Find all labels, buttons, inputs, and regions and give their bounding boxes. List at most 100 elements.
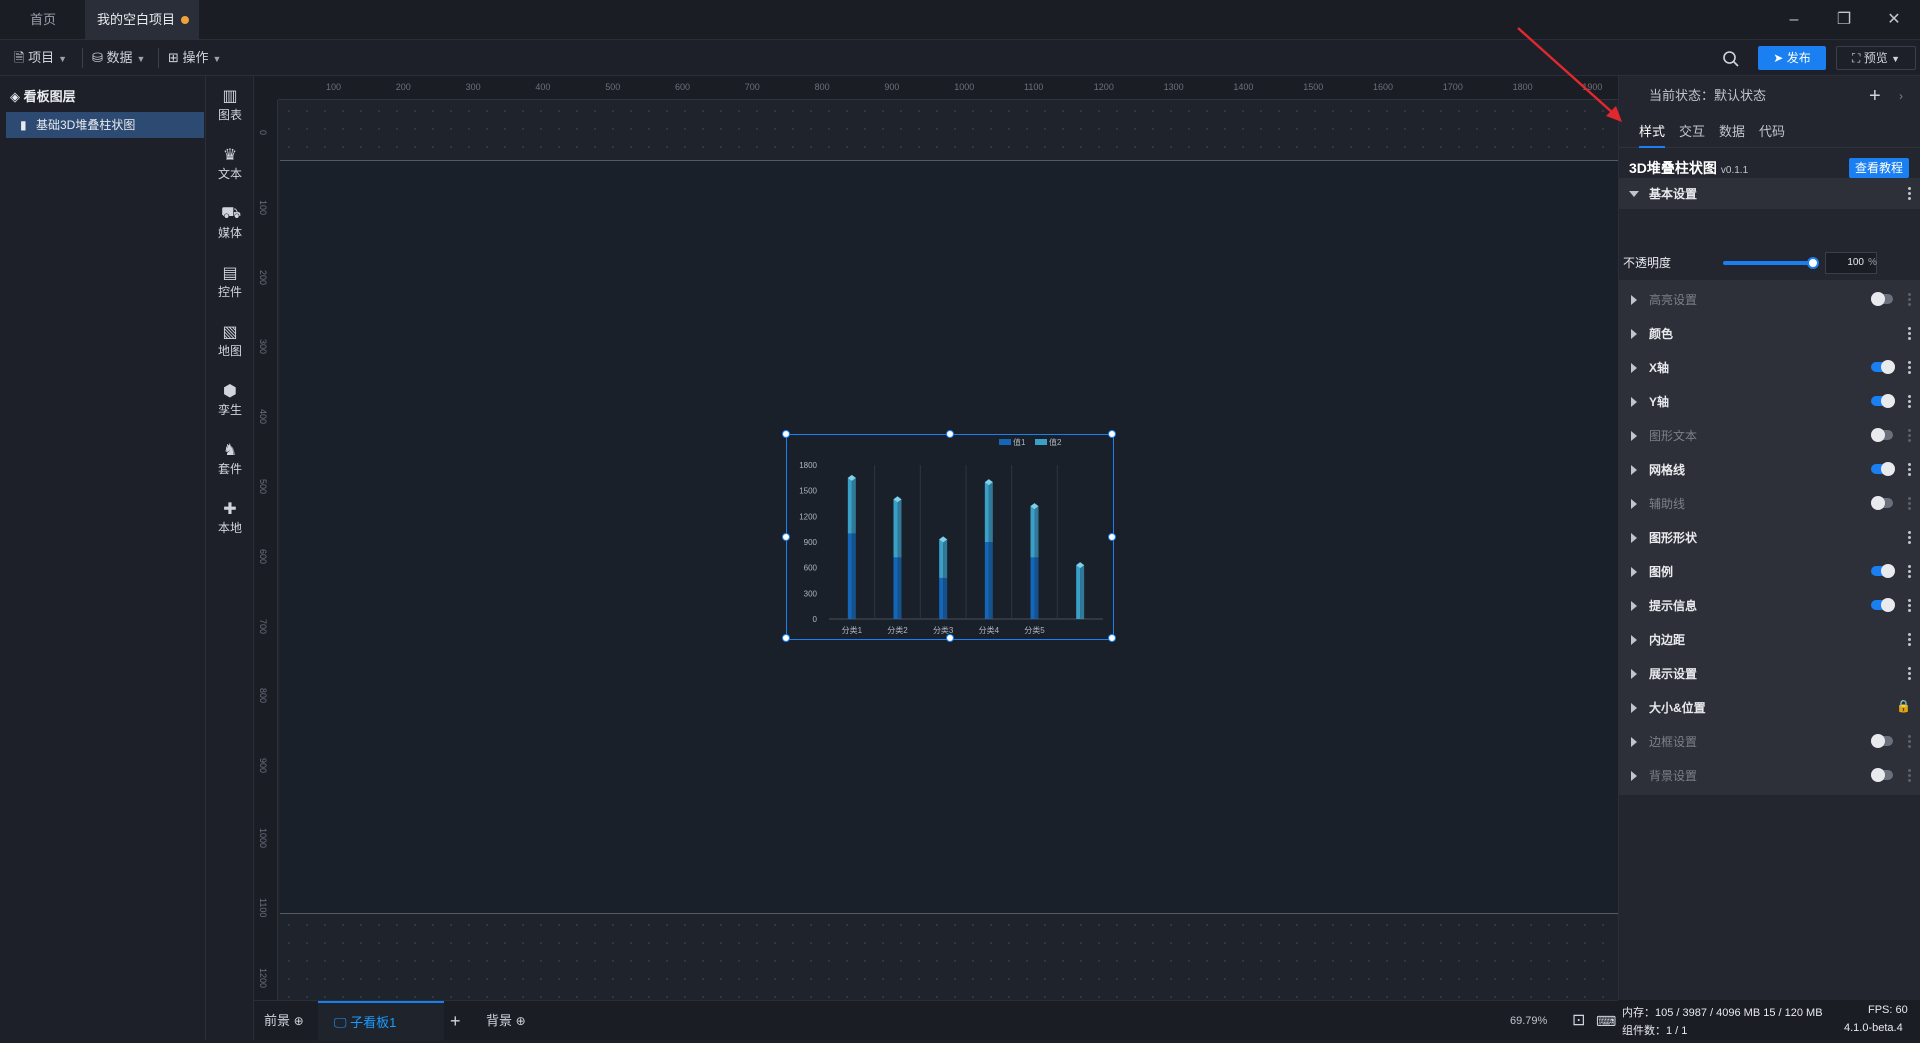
more-vertical-icon[interactable] [1907,666,1911,682]
unsaved-dot-icon [181,16,189,24]
more-vertical-icon[interactable] [1907,186,1911,202]
tab-style[interactable]: 样式 [1639,116,1666,148]
section-toggle[interactable] [1871,428,1893,442]
component-media[interactable]: ⛟ 媒体 [206,204,254,241]
more-vertical-icon[interactable] [1907,564,1911,580]
resize-handle[interactable] [1108,634,1116,642]
horizontal-ruler[interactable]: 100 200 300 400 500 600 700 800 900 1000 1100 1200 1… [278,76,1618,100]
section-toggle[interactable] [1871,462,1895,476]
section-toggle[interactable] [1871,598,1895,612]
tab-home[interactable]: 首页 [18,0,68,40]
ruler-tick-label: 1400 [1233,82,1254,92]
menu-data[interactable]: ⛁ 数据 ▼ [92,46,145,70]
more-vertical-icon[interactable] [1907,326,1911,342]
publish-button[interactable]: ➤ 发布 [1758,46,1826,70]
menu-operation[interactable]: ⊞ 操作 ▼ [168,46,221,70]
divider [82,48,83,68]
props-tabs: 样式 交互 数据 代码 [1619,116,1920,148]
section-toggle[interactable] [1871,768,1893,782]
tab-data[interactable]: 数据 [1719,116,1745,148]
y-tick-label: 600 [804,564,818,573]
keyboard-icon[interactable]: ⌨ [1596,1001,1616,1041]
tab-subboard[interactable]: 🖵 子看板1 [318,1001,444,1041]
section-toggle[interactable] [1871,292,1893,306]
legend-label: 值1 [1013,437,1026,447]
x-tick-label: 分类4 [979,625,1000,635]
more-vertical-icon[interactable] [1907,462,1911,478]
preview-button[interactable]: ⛶ 预览 ▼ [1836,46,1916,70]
canvas-grid [280,102,1618,160]
layers-panel: ◈ 看板图层 ▮ 基础3D堆叠柱状图 [0,76,206,1040]
bar-segment [1076,565,1081,619]
section-toggle[interactable] [1871,734,1893,748]
chevron-right-icon[interactable]: › [1899,76,1903,116]
zoom-level[interactable]: 69.79% [1510,1001,1547,1041]
chevron-down-icon: ▼ [136,54,146,64]
add-board-icon[interactable]: + [450,1001,461,1041]
more-vertical-icon[interactable] [1907,734,1911,750]
y-tick-label: 900 [804,538,818,547]
caret-right-icon [1631,635,1637,645]
more-vertical-icon[interactable] [1907,768,1911,784]
section-toggle[interactable] [1871,360,1895,374]
resize-handle[interactable] [1108,430,1116,438]
resize-handle[interactable] [946,430,954,438]
resize-handle[interactable] [1108,533,1116,541]
more-vertical-icon[interactable] [1907,530,1911,546]
resize-handle[interactable] [782,430,790,438]
bar-segment-side [897,557,902,619]
fit-screen-icon[interactable]: ⊡ [1572,1001,1585,1041]
tab-background[interactable]: 背景 ⊕ [486,1001,526,1041]
local-icon: ✚ [223,501,237,518]
section-0[interactable]: 基本设置 [1619,178,1920,210]
component-local[interactable]: ✚ 本地 [206,499,254,536]
state-value[interactable]: 默认状态 [1714,88,1766,103]
more-vertical-icon[interactable] [1907,360,1911,376]
more-vertical-icon[interactable] [1907,632,1911,648]
x-tick-label: 分类2 [887,625,908,635]
lock-icon[interactable]: 🔒 [1896,699,1911,713]
component-chart[interactable]: ▥ 图表 [206,86,254,123]
resize-handle[interactable] [782,634,790,642]
component-control[interactable]: ▤ 控件 [206,263,254,300]
view-tutorial-button[interactable]: 查看教程 [1849,158,1909,178]
more-vertical-icon[interactable] [1907,292,1911,308]
tab-code[interactable]: 代码 [1759,116,1785,148]
tab-interaction[interactable]: 交互 [1679,116,1705,148]
search-icon[interactable] [1722,50,1740,68]
resize-handle[interactable] [946,634,954,642]
section-toggle[interactable] [1871,496,1893,510]
add-circle-icon[interactable]: ⊕ [516,1014,526,1028]
chart-widget[interactable]: 0 300 600 900 1200 1500 1800 分类1 分类2 分类3 分类4 分类5 值1 值… [782,430,1116,642]
component-map[interactable]: ▧ 地图 [206,322,254,359]
tab-project[interactable]: 我的空白项目 [85,0,199,40]
section-toggle[interactable] [1871,564,1895,578]
layer-item-label: 基础3D堆叠柱状图 [36,118,136,132]
minimize-icon[interactable]: – [1782,8,1806,32]
opacity-slider-handle[interactable] [1807,257,1819,269]
more-vertical-icon[interactable] [1907,598,1911,614]
component-kit[interactable]: ♞ 套件 [206,440,254,477]
vertical-ruler[interactable]: 0 100 200 300 400 500 600 700 800 900 1000 1100 1200 [254,100,278,1000]
more-vertical-icon[interactable] [1907,496,1911,512]
app-version: 4.1.0-beta.4 [1844,1022,1903,1034]
component-twin[interactable]: ⬢ 孪生 [206,381,254,418]
component-text[interactable]: ♛ 文本 [206,145,254,182]
layers-title-label: 看板图层 [23,89,76,104]
ruler-tick-label: 1800 [1512,82,1533,92]
opacity-input[interactable]: 100 % [1825,252,1877,274]
more-vertical-icon[interactable] [1907,394,1911,410]
menu-project[interactable]: 🗎 项目 ▼ [14,46,67,70]
restore-icon[interactable]: ❐ [1832,8,1856,32]
ruler-tick-label: 900 [884,82,900,92]
close-icon[interactable]: ✕ [1882,8,1906,32]
more-vertical-icon[interactable] [1907,428,1911,444]
add-state-icon[interactable]: + [1869,76,1881,116]
layer-item[interactable]: ▮ 基础3D堆叠柱状图 [6,112,204,138]
section-toggle[interactable] [1871,394,1895,408]
section-15[interactable]: 背景设置 [1619,756,1920,796]
opacity-slider[interactable] [1723,261,1813,265]
tab-foreground[interactable]: 前景 ⊕ [264,1001,304,1041]
resize-handle[interactable] [782,533,790,541]
add-circle-icon[interactable]: ⊕ [294,1014,304,1028]
